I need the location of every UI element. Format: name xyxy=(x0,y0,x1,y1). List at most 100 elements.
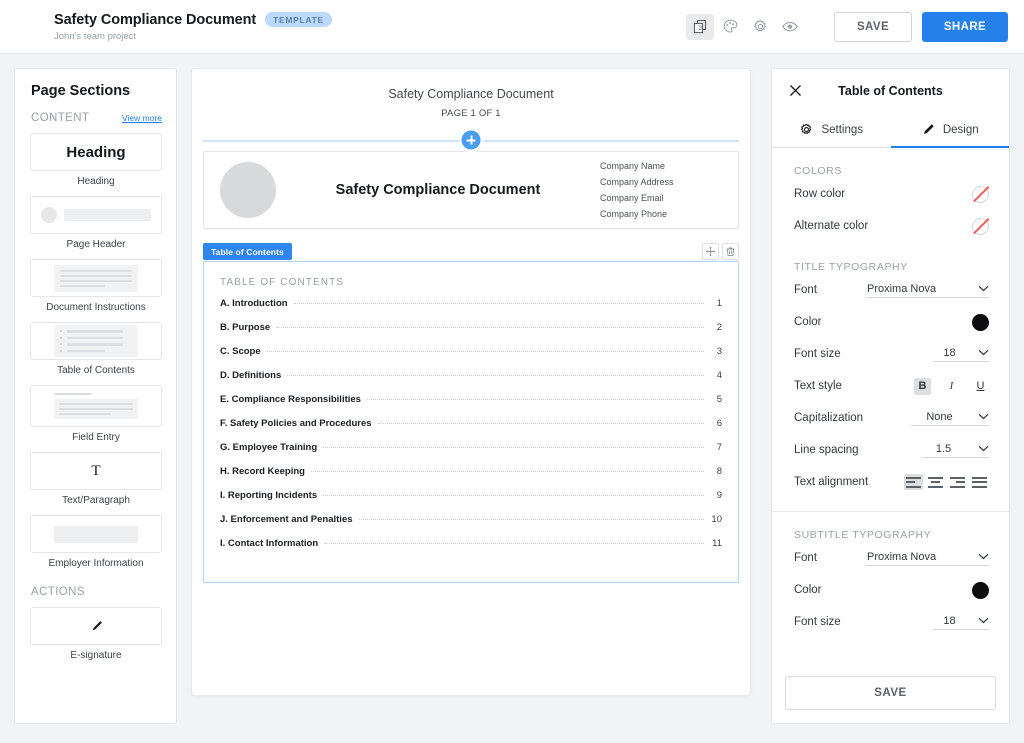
page-sections-sidebar: Page Sections CONTENT View more Heading … xyxy=(14,68,177,724)
employer-information-card[interactable] xyxy=(30,515,162,553)
toc-entry[interactable]: A. Introduction 1 xyxy=(220,298,722,322)
title-font-size-row: Font size 18 xyxy=(794,339,989,369)
capitalization-select[interactable]: None xyxy=(911,411,989,426)
pencil-icon xyxy=(923,124,934,134)
thumb-line xyxy=(60,269,132,272)
top-bar-actions: 2 SAVE SHARE xyxy=(686,11,1024,42)
line-spacing-select[interactable]: 1.5 xyxy=(921,443,989,458)
thumb-line xyxy=(67,336,123,339)
tab-settings[interactable]: Settings xyxy=(772,112,891,147)
capitalization-value: None xyxy=(926,410,953,423)
toc-entry[interactable]: I. Contact Information 11 xyxy=(220,538,722,562)
toc-entry[interactable]: G. Employee Training 7 xyxy=(220,442,722,466)
toc-entry[interactable]: B. Purpose 2 xyxy=(220,322,722,346)
view-more-link[interactable]: View more xyxy=(122,113,162,123)
bold-button[interactable]: B xyxy=(914,377,931,395)
heading-card[interactable]: Heading xyxy=(30,133,162,171)
sidebar-item-page-header[interactable]: Page Header xyxy=(30,196,162,250)
subtitle-font-select[interactable]: Proxima Nova xyxy=(865,551,989,566)
document-block-title: Safety Compliance Document xyxy=(335,182,541,198)
sidebar-item-table-of-contents[interactable]: Table of Contents xyxy=(30,322,162,376)
sidebar-group-actions: ACTIONS xyxy=(31,586,162,598)
toc-body[interactable]: TABLE OF CONTENTS A. Introduction 1 B. P… xyxy=(203,261,739,583)
pages-icon[interactable]: 2 xyxy=(686,13,714,40)
chevron-down-icon xyxy=(966,617,989,624)
title-color-row: Color xyxy=(794,307,989,337)
title-row: Safety Compliance Document TEMPLATE xyxy=(54,12,332,28)
tab-design[interactable]: Design xyxy=(890,112,1010,148)
sidebar-item-document-instructions[interactable]: Document Instructions xyxy=(30,259,162,313)
thumb-line xyxy=(60,274,132,277)
tab-label: Settings xyxy=(821,123,864,136)
document-instructions-card[interactable] xyxy=(30,259,162,297)
toc-entry[interactable]: I. Reporting Incidents 9 xyxy=(220,490,722,514)
toc-entry-name: E. Compliance Responsibilities xyxy=(220,394,361,405)
e-signature-card[interactable] xyxy=(30,607,162,645)
subtitle-color-row: Color xyxy=(794,575,989,605)
canvas-document-title: Safety Compliance Document xyxy=(388,87,554,101)
sidebar-item-e-signature[interactable]: E-signature xyxy=(30,607,162,661)
sidebar-item-employer-information[interactable]: Employer Information xyxy=(30,515,162,569)
subtitle-font-size-select[interactable]: 18 xyxy=(933,615,989,630)
save-button[interactable]: SAVE xyxy=(834,11,912,42)
panel-save-button[interactable]: SAVE xyxy=(785,676,996,710)
delete-icon[interactable] xyxy=(722,242,739,260)
move-icon[interactable] xyxy=(702,242,719,260)
page-header-card[interactable] xyxy=(30,196,162,234)
toc-entry[interactable]: H. Record Keeping 8 xyxy=(220,466,722,490)
toc-thumbnail xyxy=(54,325,138,357)
field-entry-card[interactable] xyxy=(30,385,162,427)
title-font-size-select[interactable]: 18 xyxy=(933,347,989,362)
table-of-contents-block[interactable]: Table of Contents TABLE OF CONTENTS A. I… xyxy=(203,241,739,583)
title-font-select[interactable]: Proxima Nova xyxy=(865,283,989,298)
company-field: Company Address xyxy=(600,176,674,187)
toc-leader xyxy=(266,351,704,352)
title-line-spacing-control: 1.5 xyxy=(921,443,989,458)
palette-icon[interactable] xyxy=(716,14,744,40)
toc-leader xyxy=(366,399,704,400)
text-paragraph-card[interactable]: T xyxy=(30,452,162,490)
underline-button[interactable]: U xyxy=(972,378,989,395)
actions-group-label: ACTIONS xyxy=(31,586,85,598)
sidebar-item-text-paragraph[interactable]: T Text/Paragraph xyxy=(30,452,162,506)
color-swatch[interactable] xyxy=(972,313,989,331)
toc-leader xyxy=(293,303,704,304)
document-header-block[interactable]: Safety Compliance Document Company Name … xyxy=(203,151,739,229)
color-swatch[interactable] xyxy=(972,581,989,599)
sidebar-item-label: Employer Information xyxy=(48,558,144,569)
toc-block-tag[interactable]: Table of Contents xyxy=(203,242,292,260)
sidebar-item-field-entry[interactable]: Field Entry xyxy=(30,385,162,443)
sidebar-item-label: Table of Contents xyxy=(57,365,135,376)
align-right-icon[interactable] xyxy=(948,474,967,490)
gear-icon[interactable] xyxy=(746,14,774,40)
toc-entry-page: 5 xyxy=(716,394,722,405)
company-field: Company Phone xyxy=(600,209,668,220)
italic-button[interactable]: I xyxy=(943,378,960,395)
align-left-icon[interactable] xyxy=(904,474,923,490)
eye-icon[interactable] xyxy=(776,14,804,40)
page-counter: PAGE 1 OF 1 xyxy=(441,108,501,119)
document-canvas: Safety Compliance Document PAGE 1 OF 1 S… xyxy=(191,68,751,696)
no-color-swatch-icon[interactable] xyxy=(972,185,989,203)
toc-entry[interactable]: D. Definitions 4 xyxy=(220,370,722,394)
align-center-icon[interactable] xyxy=(926,474,945,490)
close-icon[interactable] xyxy=(786,82,804,100)
add-section-button[interactable] xyxy=(461,130,481,150)
toc-entry[interactable]: J. Enforcement and Penalties 10 xyxy=(220,514,722,538)
panel-tabs: Settings Design xyxy=(772,112,1009,148)
company-field: Company Email xyxy=(600,193,664,203)
align-justify-icon[interactable] xyxy=(970,474,989,490)
toc-entry[interactable]: F. Safety Policies and Procedures 6 xyxy=(220,418,722,442)
toc-entry[interactable]: C. Scope 3 xyxy=(220,346,722,370)
logo-placeholder xyxy=(220,162,276,218)
page-header-area: Safety Compliance Document PAGE 1 OF 1 xyxy=(192,69,750,119)
toc-entry[interactable]: E. Compliance Responsibilities 5 xyxy=(220,394,722,418)
table-of-contents-card[interactable] xyxy=(30,322,162,360)
share-button[interactable]: SHARE xyxy=(922,11,1008,42)
no-color-swatch-icon[interactable] xyxy=(972,217,989,235)
sidebar-item-heading[interactable]: Heading Heading xyxy=(30,133,162,187)
subtitle-font-size-row: Font size 18 xyxy=(794,607,989,637)
employer-thumbnail xyxy=(54,525,138,543)
thumb-line xyxy=(59,403,133,405)
toc-entry-page: 2 xyxy=(716,322,722,333)
